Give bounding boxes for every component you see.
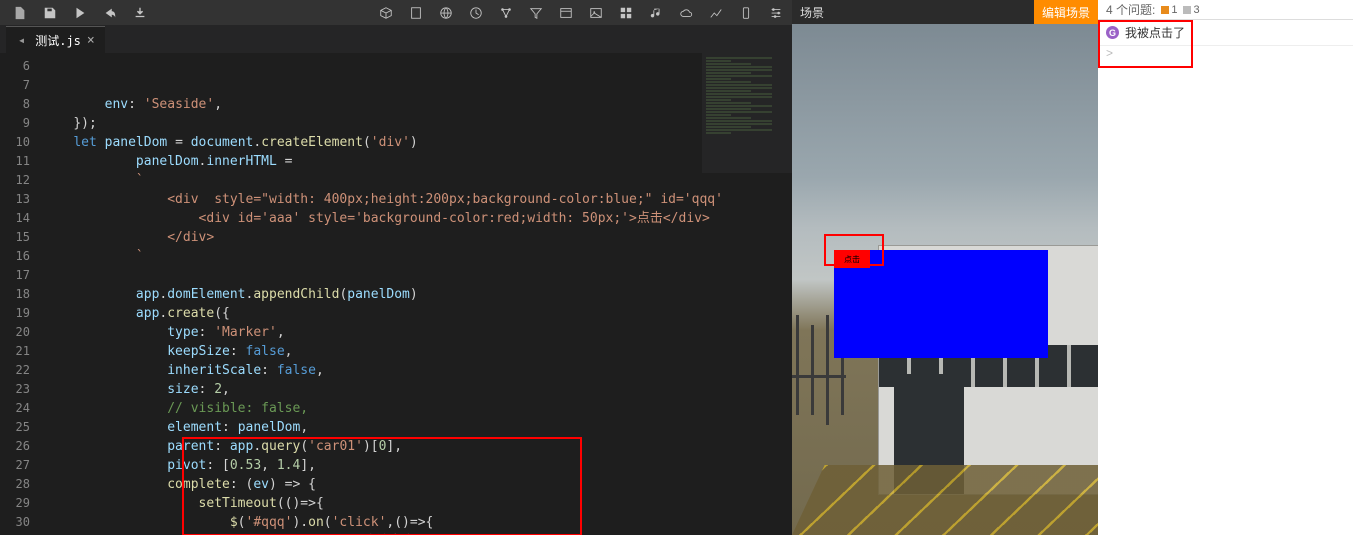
warn-icon	[1161, 6, 1169, 14]
editor-body[interactable]: 6789101112131415161718192021222324252627…	[0, 53, 792, 535]
issues-bar[interactable]: 4 个问题: 1 3	[1098, 0, 1353, 20]
code-line[interactable]: app.domElement.appendChild(panelDom)	[42, 285, 792, 304]
code-line[interactable]: app.create({	[42, 304, 792, 323]
log-text: 我被点击了	[1125, 24, 1185, 41]
line-gutter: 6789101112131415161718192021222324252627…	[0, 53, 42, 535]
code-line[interactable]: size: 2,	[42, 380, 792, 399]
close-icon[interactable]: ×	[87, 33, 95, 48]
code-line[interactable]: `	[42, 247, 792, 266]
log-source-icon: G	[1106, 26, 1119, 39]
info-badge[interactable]: 3	[1183, 4, 1199, 16]
tab-label: 测试.js	[35, 32, 81, 49]
issues-label: 4 个问题:	[1106, 1, 1155, 18]
code-line[interactable]: panelDom.innerHTML =	[42, 152, 792, 171]
code-line[interactable]: `	[42, 171, 792, 190]
code-line[interactable]: env: 'Seaside',	[42, 95, 792, 114]
code-line[interactable]: <div style="width: 400px;height:200px;ba…	[42, 190, 792, 209]
tab-prefix-icon: ◂	[18, 33, 25, 47]
code-line[interactable]	[42, 266, 792, 285]
window-icon[interactable]	[558, 5, 574, 21]
nodes-icon[interactable]	[498, 5, 514, 21]
code-line[interactable]: setTimeout(()=>{	[42, 494, 792, 513]
code-line[interactable]: parent: app.query('car01')[0],	[42, 437, 792, 456]
sliders-icon[interactable]	[768, 5, 784, 21]
minimap[interactable]	[702, 53, 792, 173]
code-line[interactable]: $('#qqq').on('click',()=>{	[42, 513, 792, 532]
code-line[interactable]: <div id='aaa' style='background-color:re…	[42, 209, 792, 228]
info-icon	[1183, 6, 1191, 14]
scene-viewport[interactable]: 点击	[792, 24, 1098, 535]
code-line[interactable]: let panelDom = document.createElement('d…	[42, 133, 792, 152]
edit-scene-button[interactable]: 编辑场景	[1034, 0, 1098, 24]
tab-file[interactable]: ◂ 测试.js ×	[6, 26, 105, 53]
cloud-icon[interactable]	[678, 5, 694, 21]
warn-badge[interactable]: 1	[1161, 4, 1177, 16]
warn-count: 1	[1171, 4, 1177, 16]
console-log[interactable]: G 我被点击了 >	[1098, 20, 1353, 535]
scene-title: 场景	[800, 4, 824, 21]
editor-pane: ◂ 测试.js × 678910111213141516171819202122…	[0, 0, 792, 535]
scene-pane: 场景 编辑场景 点击	[792, 0, 1098, 535]
share-icon[interactable]	[102, 5, 118, 21]
code-line[interactable]: type: 'Marker',	[42, 323, 792, 342]
download-icon[interactable]	[132, 5, 148, 21]
code-line[interactable]: complete: (ev) => {	[42, 475, 792, 494]
code-line[interactable]: </div>	[42, 228, 792, 247]
scene-header: 场景 编辑场景	[792, 0, 1098, 24]
scene-highlight-box	[824, 234, 884, 266]
console-prompt[interactable]: >	[1098, 46, 1353, 60]
save-icon[interactable]	[42, 5, 58, 21]
scene-ground	[792, 465, 1098, 535]
editor-toolbar	[0, 0, 792, 25]
play-icon[interactable]	[72, 5, 88, 21]
code-area[interactable]: env: 'Seaside', }); let panelDom = docum…	[42, 53, 792, 535]
chart-icon[interactable]	[708, 5, 724, 21]
code-line[interactable]: element: panelDom,	[42, 418, 792, 437]
info-count: 3	[1193, 4, 1199, 16]
new-file-icon[interactable]	[12, 5, 28, 21]
filter-icon[interactable]	[528, 5, 544, 21]
code-line[interactable]: });	[42, 114, 792, 133]
phone-icon[interactable]	[738, 5, 754, 21]
clock-icon[interactable]	[468, 5, 484, 21]
tab-bar: ◂ 测试.js ×	[0, 25, 792, 53]
console-pane: 4 个问题: 1 3 G 我被点击了 >	[1098, 0, 1353, 535]
code-line[interactable]: pivot: [0.53, 1.4],	[42, 456, 792, 475]
code-line[interactable]: keepSize: false,	[42, 342, 792, 361]
globe-icon[interactable]	[438, 5, 454, 21]
html-panel-blue[interactable]: 点击	[834, 250, 1048, 358]
image-icon[interactable]	[588, 5, 604, 21]
book-icon[interactable]	[408, 5, 424, 21]
code-line[interactable]: // visible: false,	[42, 399, 792, 418]
log-line[interactable]: G 我被点击了	[1098, 20, 1353, 46]
box-icon[interactable]	[378, 5, 394, 21]
grid-icon[interactable]	[618, 5, 634, 21]
code-line[interactable]: inheritScale: false,	[42, 361, 792, 380]
music-icon[interactable]	[648, 5, 664, 21]
